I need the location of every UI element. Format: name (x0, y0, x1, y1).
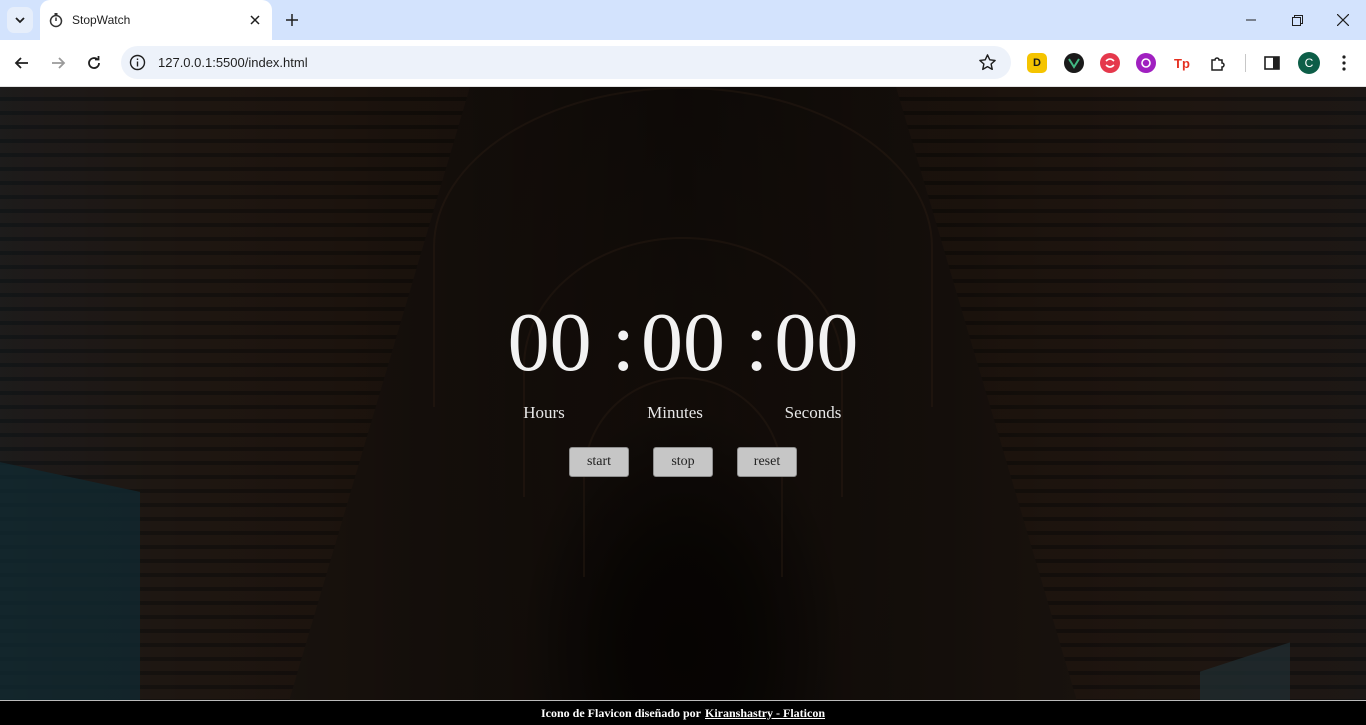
forward-arrow-icon[interactable] (44, 49, 72, 77)
restore-icon[interactable] (1274, 0, 1320, 40)
extension-label: Tp (1174, 55, 1190, 71)
more-menu-icon[interactable] (1334, 53, 1354, 73)
profile-avatar[interactable]: C (1298, 52, 1320, 74)
tab-title: StopWatch (72, 13, 131, 27)
chevron-down-icon (15, 17, 25, 24)
lb-extension-icon[interactable] (1136, 53, 1156, 73)
stopwatch-page: 00 : 00 : 00 Hours Minutes Seconds start… (0, 87, 1366, 725)
time-separator: : (611, 296, 635, 389)
footer-link[interactable]: Kiranshastry - Flaticon (705, 706, 825, 721)
minutes-label: Minutes (647, 403, 703, 422)
close-window-icon[interactable] (1320, 0, 1366, 40)
tab-stopwatch[interactable]: StopWatch (40, 0, 272, 40)
dashlane-d-icon[interactable]: D (1027, 53, 1047, 73)
back-arrow-icon[interactable] (8, 49, 36, 77)
start-button[interactable]: start (569, 447, 629, 477)
minimize-icon[interactable] (1228, 0, 1274, 40)
close-tab-icon[interactable] (247, 12, 263, 28)
unit-labels: Hours Minutes Seconds (0, 403, 1366, 427)
url-text[interactable]: 127.0.0.1:5500/index.html (158, 55, 308, 70)
tab-strip: StopWatch (0, 0, 1366, 40)
tab-search-button[interactable] (7, 7, 33, 33)
stopwatch-display: 00 : 00 : 00 (0, 301, 1366, 385)
site-info-icon[interactable] (129, 54, 146, 71)
toolbar-divider (1245, 54, 1246, 72)
hours-value: 00 (507, 296, 592, 389)
reset-button[interactable]: reset (737, 447, 797, 477)
extensions-puzzle-icon[interactable] (1208, 53, 1228, 73)
profile-initial: C (1304, 56, 1314, 70)
address-bar[interactable]: 127.0.0.1:5500/index.html (121, 46, 1011, 79)
browser-toolbar: 127.0.0.1:5500/index.html D Tp C (0, 40, 1366, 87)
stopwatch-icon (49, 13, 63, 28)
vue-devtools-icon[interactable] (1064, 53, 1084, 73)
footer-text: Icono de Flavicon diseñado por (540, 705, 702, 720)
new-tab-plus-icon[interactable] (282, 10, 302, 30)
seconds-value: 00 (774, 296, 859, 389)
stop-button[interactable]: stop (653, 447, 713, 477)
minutes-value: 00 (641, 296, 725, 389)
reload-icon[interactable] (80, 49, 108, 77)
time-separator: : (745, 296, 769, 389)
hours-label: Hours (523, 403, 565, 422)
grammar-icon[interactable] (1100, 53, 1120, 73)
side-panel-icon[interactable] (1262, 53, 1282, 73)
tp-extension-icon[interactable]: Tp (1172, 53, 1192, 73)
bookmark-star-icon[interactable] (978, 53, 997, 72)
seconds-label: Seconds (784, 403, 842, 422)
extension-label: D (1033, 57, 1041, 69)
footer-attribution: Icono de Flavicon diseñado por Kiranshas… (0, 700, 1366, 725)
